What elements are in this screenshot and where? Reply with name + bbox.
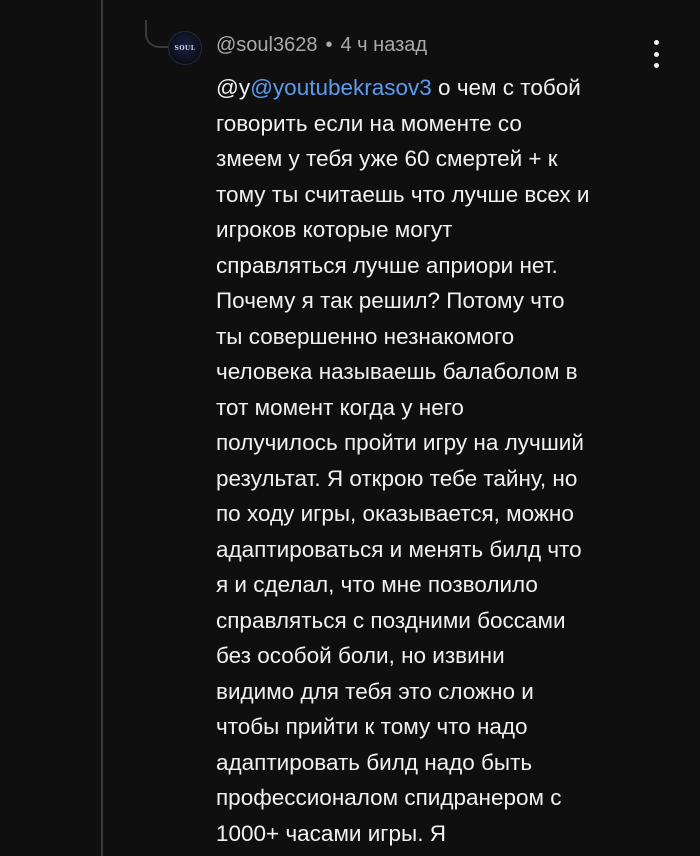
thread-line — [101, 0, 103, 856]
comment-header: @soul3628 • 4 ч назад — [216, 34, 427, 57]
comment-line: 1000+ часами игры. Я — [216, 820, 446, 846]
timestamp[interactable]: 4 ч назад — [341, 34, 428, 57]
avatar-logo-text: SOUL — [174, 44, 196, 52]
comment-line: я и сделал, что мне позволило — [216, 572, 538, 597]
comment-line: Почему я так решил? Потому что — [216, 288, 565, 313]
comment-line: чтобы прийти к тому что надо — [216, 714, 528, 739]
comment-line: результат. Я открою тебе тайну, но — [216, 465, 578, 491]
avatar[interactable]: SOUL — [168, 31, 202, 65]
comment-line: говорить если на моменте со — [216, 110, 522, 136]
comment-line: тот момент когда у него — [216, 394, 464, 420]
more-options-button[interactable] — [648, 40, 664, 68]
comment-line: тому ты считаешь что лучше всех и — [216, 181, 590, 207]
comment-text: @y@youtubekrasov3 о чем с тобой говорить… — [216, 70, 666, 851]
mention-link[interactable]: @youtubekrasov3 — [250, 75, 432, 100]
comment-line: @y@youtubekrasov3 о чем с тобой — [216, 70, 666, 106]
comment-line: видимо для тебя это сложно и — [216, 678, 534, 704]
author-name[interactable]: @soul3628 — [216, 34, 317, 57]
comment-line: адаптировать билд надо быть — [216, 749, 533, 775]
comment-line: человека называешь балаболом в — [216, 359, 578, 384]
mention-prefix: @y — [216, 75, 251, 100]
comment-line: ты совершенно незнакомого — [216, 323, 515, 349]
comment-line: змеем у тебя уже 60 смертей + к — [216, 146, 558, 171]
comment-line: без особой боли, но извини — [216, 643, 505, 668]
comment-line: получилось пройти игру на лучший — [216, 430, 584, 455]
comment-line-text: о чем с тобой — [431, 75, 581, 100]
vertical-ellipsis-icon — [653, 40, 659, 45]
comment-line: игроков которые могут — [216, 217, 453, 242]
comment-line: справляться с поздними боссами — [216, 607, 566, 633]
comment-line: по ходу игры, оказывается, можно — [216, 501, 574, 526]
meta-separator: • — [325, 34, 333, 56]
comment-line: профессионалом спидранером с — [216, 785, 562, 810]
comment-line: справляться лучше априори нет. — [216, 252, 558, 278]
reply-connector — [145, 20, 169, 48]
comment-line: адаптироваться и менять билд что — [216, 536, 582, 562]
